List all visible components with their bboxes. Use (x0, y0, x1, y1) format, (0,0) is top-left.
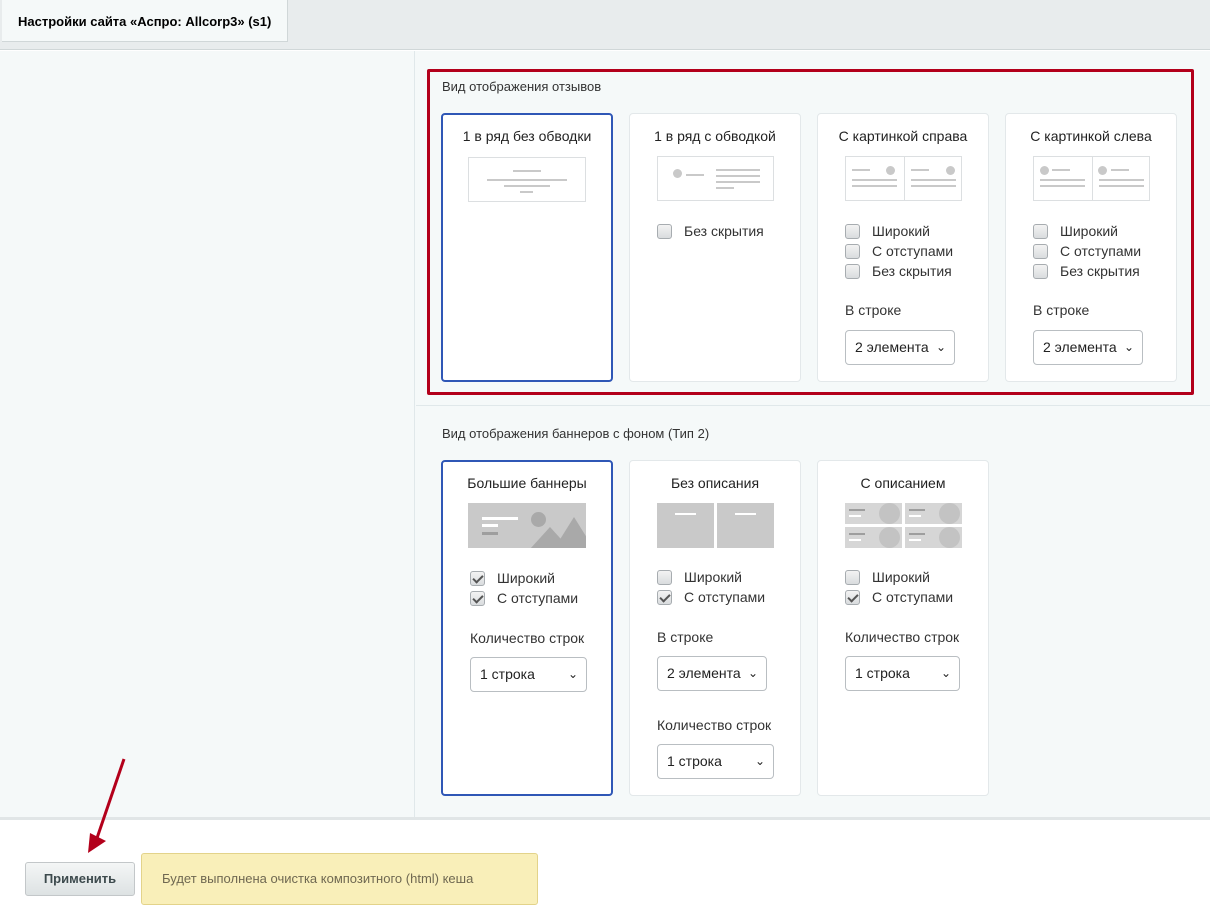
checkbox-label: С отступами (497, 590, 579, 606)
select-value: 1 строка (667, 753, 722, 769)
banners-section-title: Вид отображения баннеров с фоном (Тип 2) (442, 426, 710, 441)
card-title: С описанием (860, 475, 946, 491)
chevron-down-icon: ⌄ (754, 754, 765, 768)
chevron-down-icon: ⌄ (747, 666, 758, 680)
per-row-select[interactable]: 2 элемента ⌄ (657, 656, 767, 691)
checkbox-box[interactable] (845, 570, 860, 585)
checkbox-label: Широкий (684, 569, 742, 585)
checkbox-box[interactable] (657, 590, 672, 605)
banners-option-no-description[interactable]: Без описания Широкий С отступами В строк… (629, 460, 801, 796)
rows-count-label: Количество строк (657, 717, 772, 733)
rows-count-label: Количество строк (845, 629, 960, 645)
apply-button[interactable]: Применить (25, 862, 135, 896)
checkbox-label: С отступами (684, 589, 766, 605)
checkbox-box[interactable] (657, 570, 672, 585)
per-row-label: В строке (657, 629, 714, 645)
chevron-down-icon: ⌄ (567, 667, 578, 681)
rows-count-select[interactable]: 1 строка ⌄ (470, 657, 587, 692)
card-title: Без описания (670, 475, 760, 491)
annotation-arrow-icon (88, 758, 126, 853)
checkbox-label: С отступами (872, 589, 954, 605)
rows-count-select[interactable]: 1 строка ⌄ (657, 744, 774, 779)
checkbox-label: Широкий (872, 569, 930, 585)
section-divider (416, 405, 1210, 406)
banner-preview-icon (657, 503, 774, 548)
rows-count-label: Количество строк (470, 630, 585, 646)
banner-preview-icon (845, 503, 962, 548)
left-column (0, 51, 415, 817)
tab-site-settings[interactable]: Настройки сайта «Аспро: Allcorp3» (s1) (2, 0, 289, 42)
checkbox-box[interactable] (470, 591, 485, 606)
select-value: 1 строка (480, 666, 535, 682)
select-value: 1 строка (855, 665, 910, 681)
checkbox-box[interactable] (845, 590, 860, 605)
checkbox-label: Широкий (497, 570, 555, 586)
select-value: 2 элемента (667, 665, 741, 681)
banners-option-with-description[interactable]: С описанием Широкий С отступами Количест… (817, 460, 989, 796)
highlight-frame (427, 69, 1194, 395)
tab-bar: Настройки сайта «Аспро: Allcorp3» (s1) (0, 0, 1210, 50)
checkbox-box[interactable] (470, 571, 485, 586)
rows-count-select[interactable]: 1 строка ⌄ (845, 656, 960, 691)
banners-option-large[interactable]: Большие баннеры Широкий С отступами Коли… (441, 460, 613, 796)
cache-notice: Будет выполнена очистка композитного (ht… (141, 853, 538, 905)
chevron-down-icon: ⌄ (940, 666, 951, 680)
card-title: Большие баннеры (467, 475, 587, 491)
footer-bar: Применить Будет выполнена очистка композ… (0, 817, 1210, 911)
banner-preview-icon (468, 503, 586, 548)
